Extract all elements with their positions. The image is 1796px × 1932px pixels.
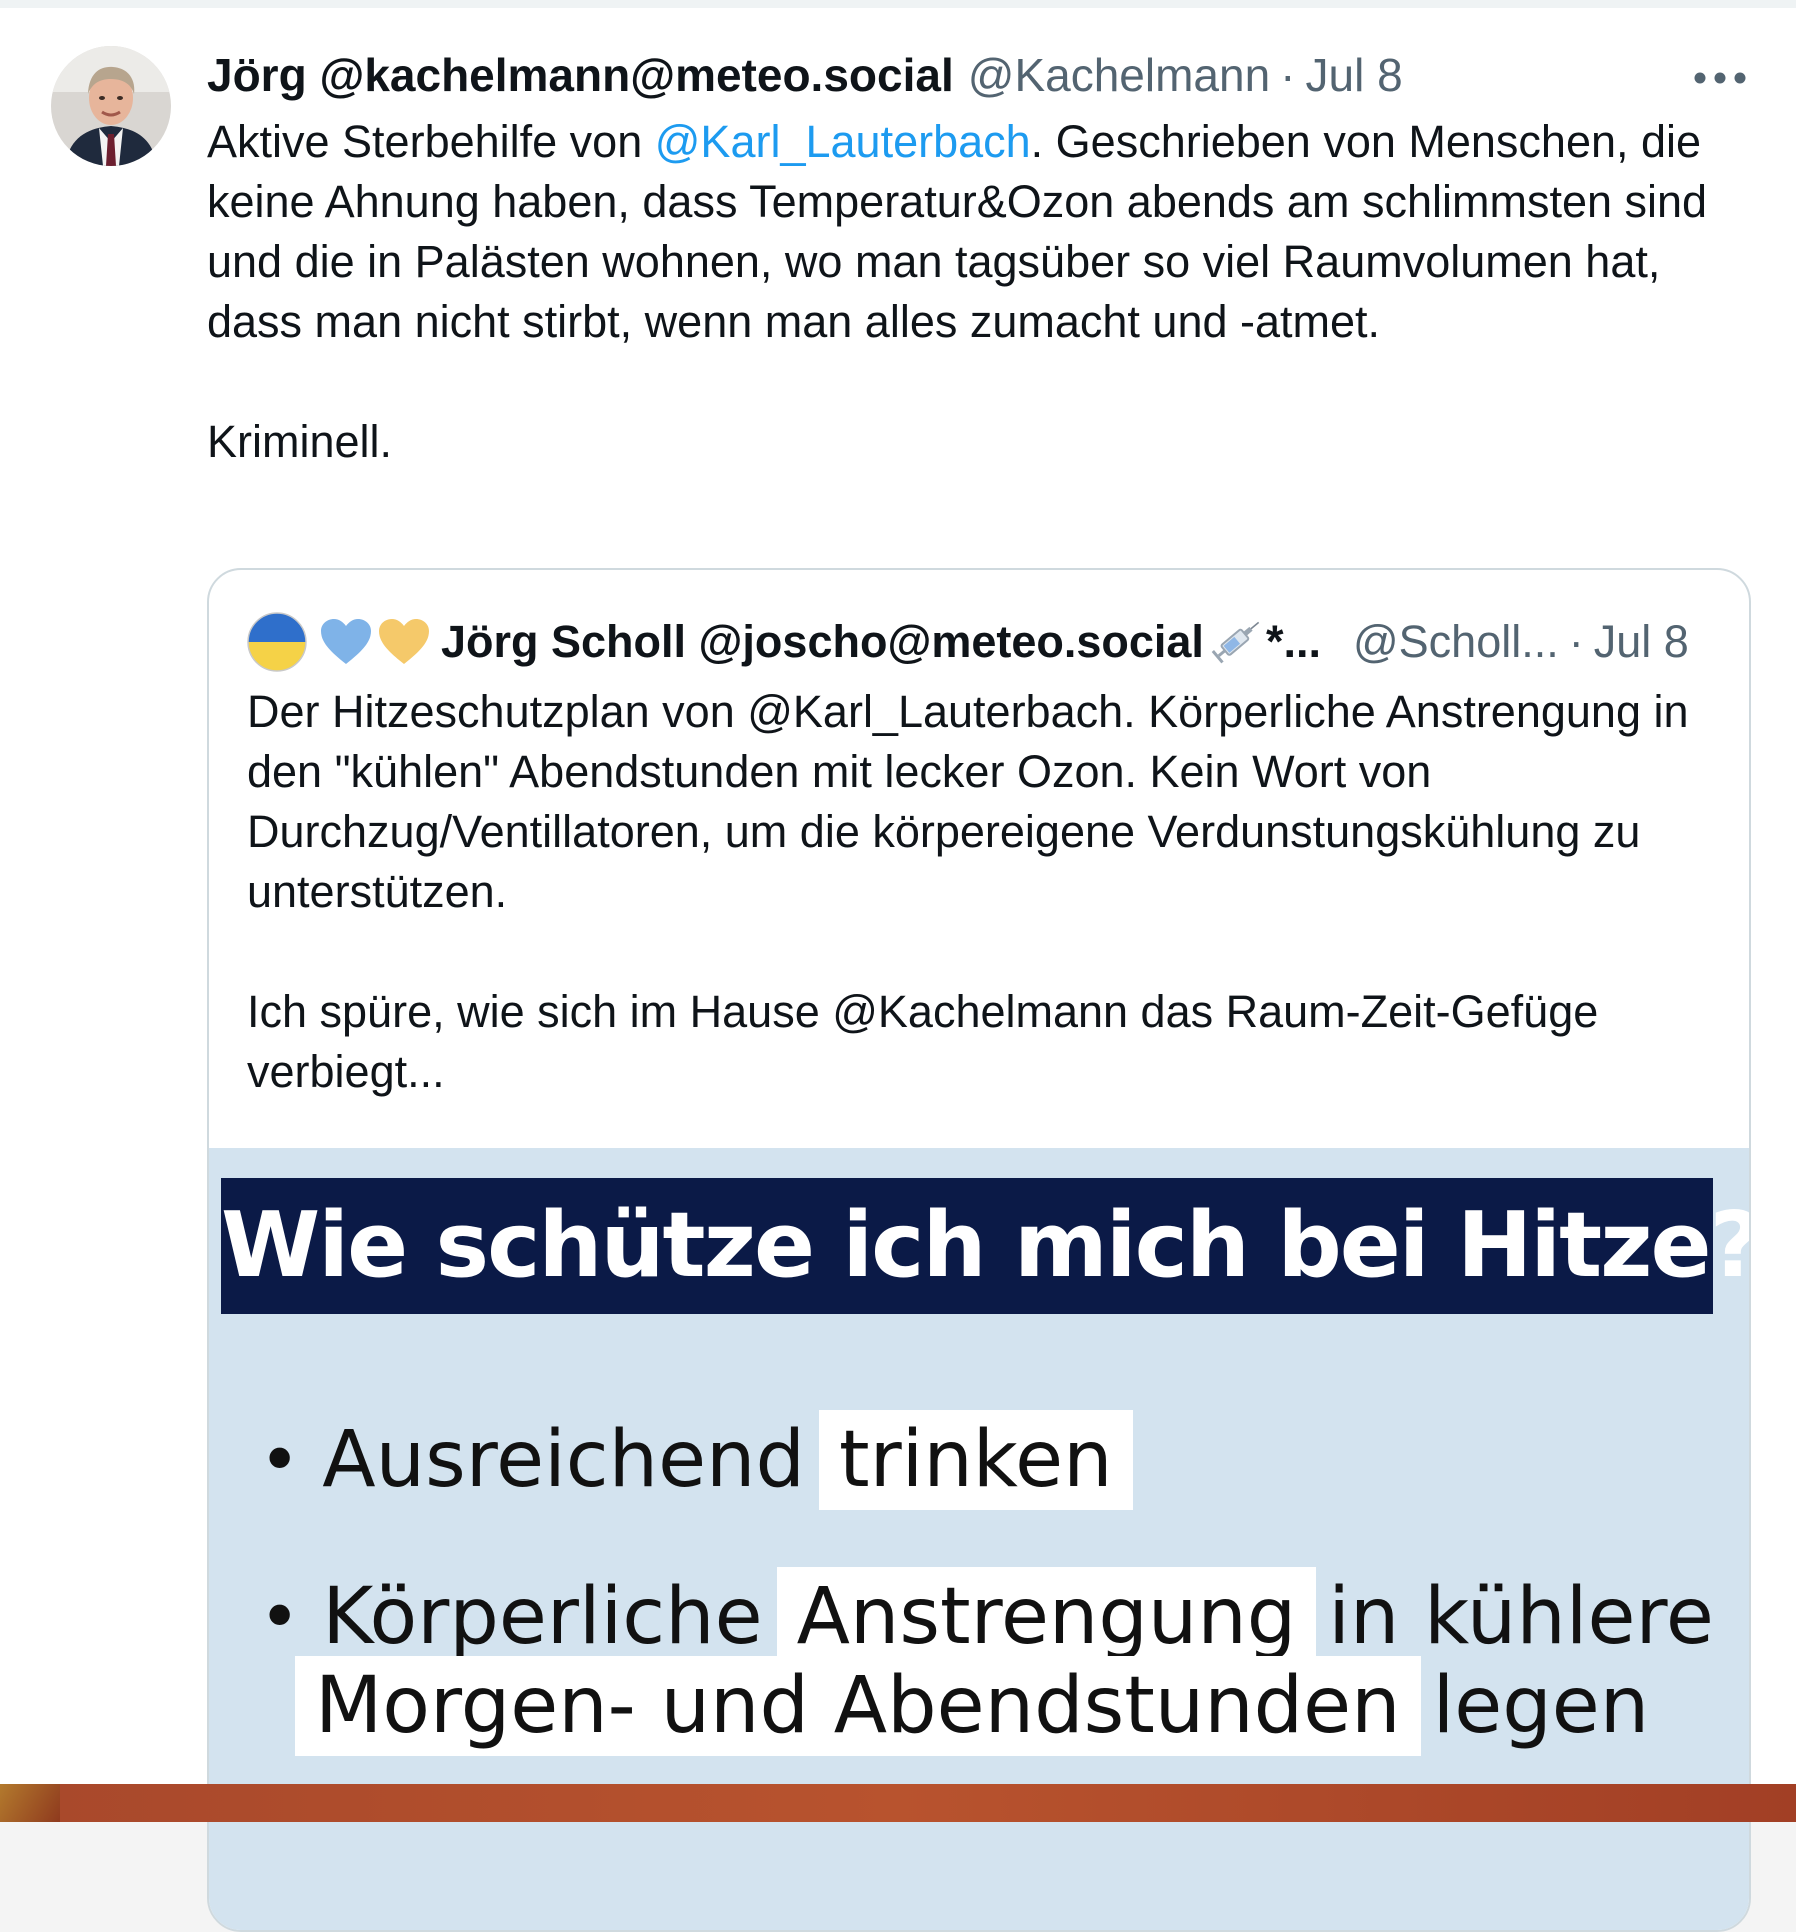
ukraine-flag-icon	[247, 612, 307, 672]
header-separator: ·	[1280, 49, 1296, 101]
image-highlight-exertion: Anstrengung	[776, 1567, 1317, 1667]
bottom-strip-accent	[0, 1784, 60, 1822]
tweet-date[interactable]: Jul 8	[1306, 45, 1403, 105]
quoted-tweet-card[interactable]: Jörg Scholl @joscho@meteo.social *... @S…	[207, 568, 1751, 1932]
image-highlight-drink: trinken	[819, 1410, 1133, 1510]
bottom-taskbar-strip	[0, 1784, 1796, 1822]
image-text-cooler: in kühlere	[1328, 1572, 1714, 1662]
image-highlight-hours: Morgen- und Abendstunden	[295, 1656, 1421, 1756]
author-display-name[interactable]: Jörg @kachelmann@meteo.social	[207, 45, 954, 105]
quoted-tweet-header: Jörg Scholl @joscho@meteo.social *... @S…	[247, 612, 1707, 672]
tweet-page: Jörg @kachelmann@meteo.social @Kachelman…	[0, 0, 1796, 1932]
bullet-marker: •	[259, 1576, 301, 1658]
tweet-text-start: Aktive Sterbehilfe von	[207, 116, 655, 167]
tweet-text-rest: . Geschrieben von Menschen, die keine Ah…	[207, 116, 1708, 467]
quoted-name-overflow: *...	[1265, 616, 1321, 667]
quoted-tweet-date[interactable]: Jul 8	[1594, 612, 1689, 672]
image-bullet-drink: • Ausreichend trinken	[259, 1410, 1133, 1510]
yellow-heart-icon	[377, 617, 431, 667]
bullet-marker: •	[259, 1419, 301, 1501]
image-text-sufficient: Ausreichend	[322, 1415, 805, 1505]
tweet-header: Jörg @kachelmann@meteo.social @Kachelman…	[207, 45, 1403, 105]
top-divider	[0, 0, 1796, 8]
quoted-header-separator: ·	[1568, 616, 1584, 667]
quoted-author-name[interactable]: Jörg Scholl @joscho@meteo.social	[441, 612, 1204, 672]
blue-heart-icon	[319, 617, 373, 667]
more-options-icon[interactable]	[1692, 70, 1748, 86]
image-heading: Wie schütze ich mich bei Hitze?	[221, 1178, 1749, 1314]
mention-link[interactable]: @Karl_Lauterbach	[655, 116, 1031, 167]
syringe-icon	[1208, 615, 1264, 669]
avatar-photo-icon	[51, 46, 171, 166]
author-handle[interactable]: @Kachelmann	[968, 45, 1270, 105]
image-text-physical: Körperliche	[322, 1572, 763, 1662]
quoted-tweet-text: Der Hitzeschutzplan von @Karl_Lauterbach…	[247, 686, 1689, 1097]
image-bullet-exertion: • Körperliche Anstrengung in kühlere	[259, 1567, 1714, 1667]
quoted-author-handle[interactable]: @Scholl...	[1353, 612, 1559, 672]
image-text-put: legen	[1432, 1661, 1650, 1751]
tweet-text: Aktive Sterbehilfe von @Karl_Lauterbach.…	[207, 112, 1747, 472]
image-bullet-continuation: Morgen- und Abendstunden legen	[295, 1656, 1649, 1756]
author-avatar[interactable]	[51, 46, 171, 166]
